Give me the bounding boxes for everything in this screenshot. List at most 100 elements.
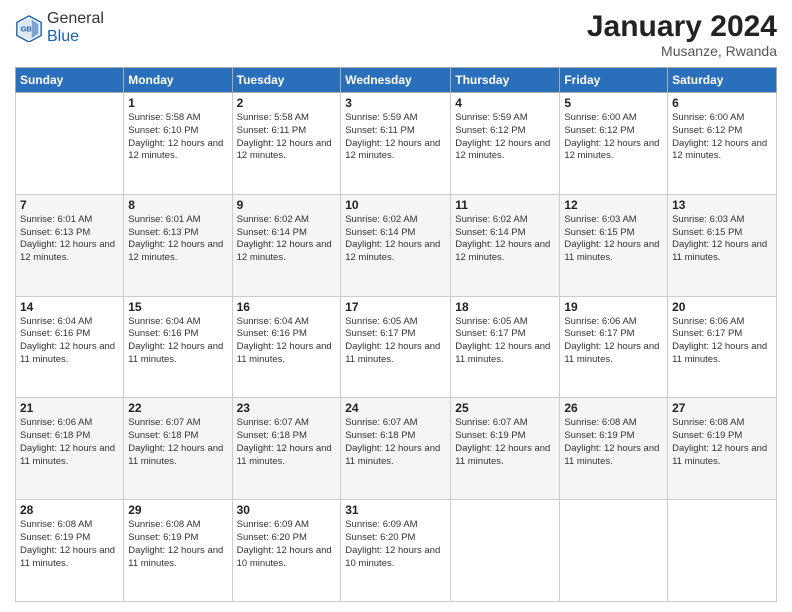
calendar-cell: 25 Sunrise: 6:07 AMSunset: 6:19 PMDayligh… bbox=[451, 398, 560, 500]
day-number: 21 bbox=[20, 401, 119, 415]
day-number: 27 bbox=[672, 401, 772, 415]
day-detail: Sunrise: 6:04 AMSunset: 6:16 PMDaylight:… bbox=[237, 316, 337, 367]
day-detail: Sunrise: 6:08 AMSunset: 6:19 PMDaylight:… bbox=[564, 417, 663, 468]
day-number: 29 bbox=[128, 503, 227, 517]
calendar-week-3: 14 Sunrise: 6:04 AMSunset: 6:16 PMDayligh… bbox=[16, 296, 777, 398]
day-detail: Sunrise: 6:04 AMSunset: 6:16 PMDaylight:… bbox=[128, 316, 227, 367]
day-detail: Sunrise: 6:03 AMSunset: 6:15 PMDaylight:… bbox=[672, 214, 772, 265]
day-number: 7 bbox=[20, 198, 119, 212]
day-number: 10 bbox=[345, 198, 446, 212]
calendar-location: Musanze, Rwanda bbox=[587, 43, 777, 59]
col-friday: Friday bbox=[560, 68, 668, 93]
day-number: 26 bbox=[564, 401, 663, 415]
day-number: 14 bbox=[20, 300, 119, 314]
day-detail: Sunrise: 6:05 AMSunset: 6:17 PMDaylight:… bbox=[455, 316, 555, 367]
calendar-cell: 2Sunrise: 5:58 AMSunset: 6:11 PMDaylight… bbox=[232, 93, 341, 195]
day-number: 24 bbox=[345, 401, 446, 415]
logo-icon: GB bbox=[15, 14, 43, 42]
day-detail: Sunrise: 6:06 AMSunset: 6:18 PMDaylight:… bbox=[20, 417, 119, 468]
day-number: 17 bbox=[345, 300, 446, 314]
day-number: 9 bbox=[237, 198, 337, 212]
svg-text:GB: GB bbox=[21, 25, 33, 34]
day-detail: Sunrise: 6:04 AMSunset: 6:16 PMDaylight:… bbox=[20, 316, 119, 367]
calendar-title: January 2024 bbox=[587, 10, 777, 43]
calendar-week-5: 28 Sunrise: 6:08 AMSunset: 6:19 PMDayligh… bbox=[16, 500, 777, 602]
calendar-cell: 6 Sunrise: 6:00 AMSunset: 6:12 PMDaylight… bbox=[668, 93, 777, 195]
day-detail: Sunrise: 6:07 AMSunset: 6:18 PMDaylight:… bbox=[128, 417, 227, 468]
calendar-cell: 31Sunrise: 6:09 AMSunset: 6:20 PMDayligh… bbox=[341, 500, 451, 602]
calendar-cell: 20 Sunrise: 6:06 AMSunset: 6:17 PMDayligh… bbox=[668, 296, 777, 398]
calendar-cell bbox=[668, 500, 777, 602]
calendar-cell: 23 Sunrise: 6:07 AMSunset: 6:18 PMDayligh… bbox=[232, 398, 341, 500]
day-number: 13 bbox=[672, 198, 772, 212]
calendar-week-1: 1Sunrise: 5:58 AMSunset: 6:10 PMDaylight… bbox=[16, 93, 777, 195]
day-detail: Sunrise: 6:09 AMSunset: 6:20 PMDaylight:… bbox=[237, 519, 337, 570]
day-detail: Sunrise: 6:01 AMSunset: 6:13 PMDaylight:… bbox=[128, 214, 227, 265]
day-detail: Sunrise: 6:08 AMSunset: 6:19 PMDaylight:… bbox=[20, 519, 119, 570]
day-number: 18 bbox=[455, 300, 555, 314]
calendar-cell: 24 Sunrise: 6:07 AMSunset: 6:18 PMDayligh… bbox=[341, 398, 451, 500]
logo: GB General Blue bbox=[15, 10, 104, 46]
col-sunday: Sunday bbox=[16, 68, 124, 93]
calendar-week-2: 7 Sunrise: 6:01 AMSunset: 6:13 PMDaylight… bbox=[16, 194, 777, 296]
day-number: 23 bbox=[237, 401, 337, 415]
day-detail: Sunrise: 6:02 AMSunset: 6:14 PMDaylight:… bbox=[455, 214, 555, 265]
col-monday: Monday bbox=[124, 68, 232, 93]
day-detail: Sunrise: 6:07 AMSunset: 6:19 PMDaylight:… bbox=[455, 417, 555, 468]
calendar-header-row: Sunday Monday Tuesday Wednesday Thursday… bbox=[16, 68, 777, 93]
calendar-cell: 9 Sunrise: 6:02 AMSunset: 6:14 PMDaylight… bbox=[232, 194, 341, 296]
calendar-cell: 19 Sunrise: 6:06 AMSunset: 6:17 PMDayligh… bbox=[560, 296, 668, 398]
day-detail: Sunrise: 6:08 AMSunset: 6:19 PMDaylight:… bbox=[128, 519, 227, 570]
title-block: January 2024 Musanze, Rwanda bbox=[587, 10, 777, 59]
calendar-cell bbox=[560, 500, 668, 602]
calendar-cell: 28 Sunrise: 6:08 AMSunset: 6:19 PMDayligh… bbox=[16, 500, 124, 602]
calendar-cell: 17 Sunrise: 6:05 AMSunset: 6:17 PMDayligh… bbox=[341, 296, 451, 398]
calendar-cell: 22Sunrise: 6:07 AMSunset: 6:18 PMDayligh… bbox=[124, 398, 232, 500]
day-detail: Sunrise: 6:07 AMSunset: 6:18 PMDaylight:… bbox=[345, 417, 446, 468]
day-number: 20 bbox=[672, 300, 772, 314]
day-detail: Sunrise: 6:02 AMSunset: 6:14 PMDaylight:… bbox=[237, 214, 337, 265]
calendar-cell: 26 Sunrise: 6:08 AMSunset: 6:19 PMDayligh… bbox=[560, 398, 668, 500]
day-detail: Sunrise: 5:59 AMSunset: 6:11 PMDaylight:… bbox=[345, 112, 446, 163]
logo-blue: Blue bbox=[47, 28, 79, 45]
day-number: 5 bbox=[564, 96, 663, 110]
calendar-cell: 12Sunrise: 6:03 AMSunset: 6:15 PMDayligh… bbox=[560, 194, 668, 296]
col-thursday: Thursday bbox=[451, 68, 560, 93]
calendar-cell: 4 Sunrise: 5:59 AMSunset: 6:12 PMDaylight… bbox=[451, 93, 560, 195]
day-number: 30 bbox=[237, 503, 337, 517]
header: GB General Blue January 2024 Musanze, Rw… bbox=[15, 10, 777, 59]
calendar-cell: 27Sunrise: 6:08 AMSunset: 6:19 PMDayligh… bbox=[668, 398, 777, 500]
calendar-cell: 29 Sunrise: 6:08 AMSunset: 6:19 PMDayligh… bbox=[124, 500, 232, 602]
day-detail: Sunrise: 6:05 AMSunset: 6:17 PMDaylight:… bbox=[345, 316, 446, 367]
logo-general: General bbox=[47, 10, 104, 27]
day-number: 16 bbox=[237, 300, 337, 314]
day-detail: Sunrise: 6:02 AMSunset: 6:14 PMDaylight:… bbox=[345, 214, 446, 265]
day-detail: Sunrise: 5:59 AMSunset: 6:12 PMDaylight:… bbox=[455, 112, 555, 163]
day-number: 4 bbox=[455, 96, 555, 110]
col-wednesday: Wednesday bbox=[341, 68, 451, 93]
day-detail: Sunrise: 6:03 AMSunset: 6:15 PMDaylight:… bbox=[564, 214, 663, 265]
day-number: 28 bbox=[20, 503, 119, 517]
day-detail: Sunrise: 6:06 AMSunset: 6:17 PMDaylight:… bbox=[564, 316, 663, 367]
calendar-page: GB General Blue January 2024 Musanze, Rw… bbox=[0, 0, 792, 612]
col-tuesday: Tuesday bbox=[232, 68, 341, 93]
day-detail: Sunrise: 6:00 AMSunset: 6:12 PMDaylight:… bbox=[672, 112, 772, 163]
calendar-cell: 30 Sunrise: 6:09 AMSunset: 6:20 PMDayligh… bbox=[232, 500, 341, 602]
calendar-cell: 8Sunrise: 6:01 AMSunset: 6:13 PMDaylight… bbox=[124, 194, 232, 296]
day-detail: Sunrise: 6:01 AMSunset: 6:13 PMDaylight:… bbox=[20, 214, 119, 265]
day-detail: Sunrise: 6:00 AMSunset: 6:12 PMDaylight:… bbox=[564, 112, 663, 163]
calendar-cell: 13 Sunrise: 6:03 AMSunset: 6:15 PMDayligh… bbox=[668, 194, 777, 296]
calendar-cell: 1Sunrise: 5:58 AMSunset: 6:10 PMDaylight… bbox=[124, 93, 232, 195]
calendar-cell bbox=[451, 500, 560, 602]
day-number: 1 bbox=[128, 96, 227, 110]
day-number: 15 bbox=[128, 300, 227, 314]
calendar-cell: 16 Sunrise: 6:04 AMSunset: 6:16 PMDayligh… bbox=[232, 296, 341, 398]
calendar-cell: 7 Sunrise: 6:01 AMSunset: 6:13 PMDaylight… bbox=[16, 194, 124, 296]
calendar-cell: 11Sunrise: 6:02 AMSunset: 6:14 PMDayligh… bbox=[451, 194, 560, 296]
day-number: 25 bbox=[455, 401, 555, 415]
day-number: 6 bbox=[672, 96, 772, 110]
logo-text: General Blue bbox=[47, 10, 104, 46]
day-detail: Sunrise: 6:07 AMSunset: 6:18 PMDaylight:… bbox=[237, 417, 337, 468]
day-number: 19 bbox=[564, 300, 663, 314]
day-detail: Sunrise: 6:06 AMSunset: 6:17 PMDaylight:… bbox=[672, 316, 772, 367]
